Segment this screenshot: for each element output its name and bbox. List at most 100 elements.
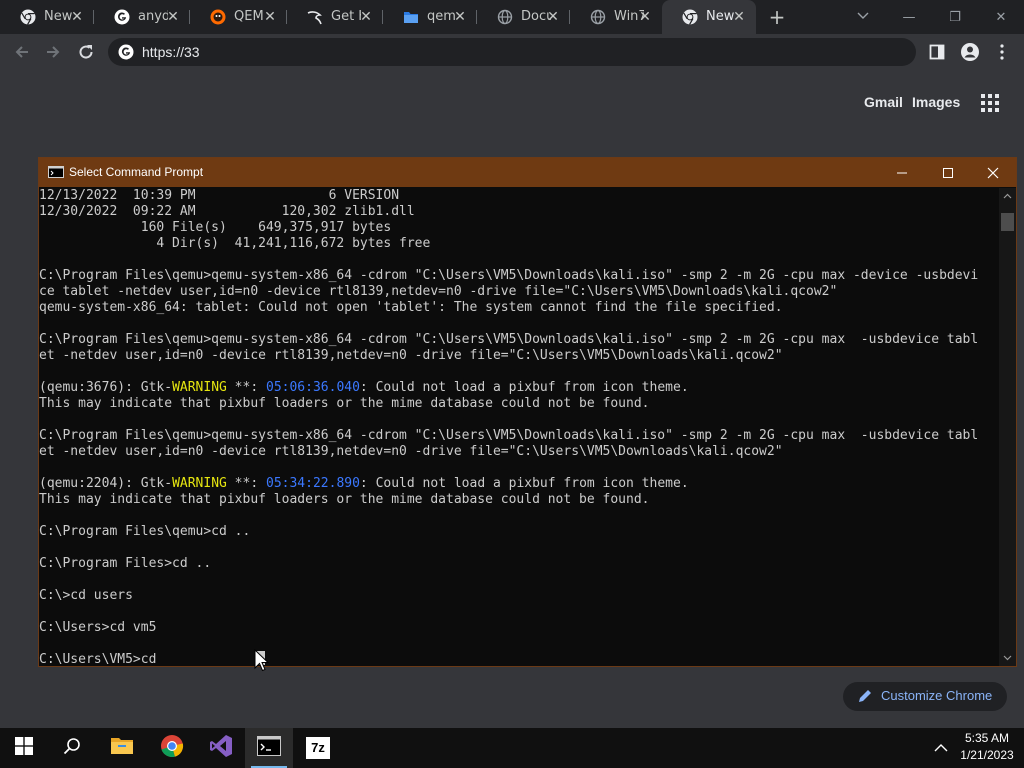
console-text: **: xyxy=(226,476,266,491)
console-line: (qemu:3676): Gtk-WARNING **: 05:06:36.04… xyxy=(39,380,999,396)
back-button[interactable] xyxy=(8,38,36,66)
warning-label: WARNING xyxy=(172,476,227,491)
console-line: 4 Dir(s) 41,241,116,672 bytes free xyxy=(39,236,431,251)
console-line: C:\>cd users xyxy=(39,588,133,603)
more-menu-icon[interactable] xyxy=(996,43,1008,61)
minimize-icon xyxy=(897,172,907,173)
browser-tab-6[interactable]: Docu ✕ xyxy=(477,0,570,34)
windows-taskbar: 7z 5:35 AM 1/21/2023 xyxy=(0,728,1024,768)
file-explorer-button[interactable] xyxy=(98,728,146,768)
console-line: C:\Program Files\qemu>qemu-system-x86_64… xyxy=(39,332,979,347)
side-panel-icon[interactable] xyxy=(929,44,945,60)
browser-tab-4[interactable]: Get K✕ xyxy=(287,0,383,34)
browser-tab-3[interactable]: QEMI✕ xyxy=(190,0,287,34)
console-line: C:\Program Files\qemu>cd .. xyxy=(39,524,251,539)
customize-chrome-label: Customize Chrome xyxy=(881,688,993,703)
tab-close-icon[interactable]: ✕ xyxy=(451,8,469,26)
close-icon xyxy=(987,167,999,178)
console-line: qemu-system-x86_64: tablet: Could not op… xyxy=(39,300,783,315)
tab-close-icon[interactable]: ✕ xyxy=(544,8,562,26)
chrome-icon xyxy=(682,9,698,25)
console-line: C:\Program Files\qemu>qemu-system-x86_64… xyxy=(39,268,979,283)
window-restore-button[interactable]: ❐ xyxy=(932,0,978,34)
tab-strip: New T✕anyde✕QEMI✕Get K✕qemu✕Docu✕Win7✕Ne… xyxy=(0,0,1024,34)
images-link[interactable]: Images xyxy=(912,94,960,110)
warning-label: WARNING xyxy=(172,380,227,395)
console-line: C:\Users>cd vm5 xyxy=(39,620,157,635)
folder-icon xyxy=(403,9,419,25)
restore-icon: ❐ xyxy=(949,9,961,25)
terminal-icon xyxy=(257,736,281,760)
command-prompt-title-bar[interactable]: Select Command Prompt xyxy=(39,158,1016,187)
browser-tab-7[interactable]: Win7 ✕ xyxy=(570,0,662,34)
tab-close-icon[interactable]: ✕ xyxy=(636,8,654,26)
clock-date: 1/21/2023 xyxy=(960,748,1014,762)
tab-close-icon[interactable]: ✕ xyxy=(261,8,279,26)
maximize-icon xyxy=(943,167,953,178)
console-scrollbar[interactable] xyxy=(999,188,1016,666)
customize-chrome-button[interactable]: Customize Chrome xyxy=(843,682,1007,711)
visual-studio-button[interactable] xyxy=(197,728,245,768)
browser-tab-1[interactable]: New T✕ xyxy=(0,0,94,34)
console-text: (qemu:3676): Gtk- xyxy=(39,380,173,395)
tab-close-icon[interactable]: ✕ xyxy=(68,8,86,26)
forward-button[interactable] xyxy=(39,38,67,66)
browser-tab-5[interactable]: qemu✕ xyxy=(383,0,477,34)
command-prompt-button[interactable] xyxy=(245,728,293,768)
gmail-link[interactable]: Gmail xyxy=(864,94,903,110)
tab-close-icon[interactable]: ✕ xyxy=(357,8,375,26)
cmd-maximize-button[interactable] xyxy=(925,158,971,187)
start-button[interactable] xyxy=(0,728,48,768)
browser-tab-2[interactable]: anyde✕ xyxy=(94,0,190,34)
new-tab-button[interactable]: + xyxy=(766,6,788,28)
tab-search-icon[interactable] xyxy=(855,7,871,23)
google-icon xyxy=(118,44,134,60)
7zip-button[interactable]: 7z xyxy=(294,728,342,768)
log-timestamp: 05:34:22.890 xyxy=(266,476,360,491)
chrome-button[interactable] xyxy=(148,728,196,768)
address-input[interactable] xyxy=(142,38,902,66)
visual-studio-icon xyxy=(209,734,233,762)
scroll-down-arrow-icon[interactable] xyxy=(1003,653,1012,662)
globe-icon xyxy=(497,9,513,25)
minimize-icon: — xyxy=(902,9,916,25)
address-bar[interactable] xyxy=(108,38,916,66)
cmd-close-button[interactable] xyxy=(970,158,1016,187)
close-icon: ✕ xyxy=(995,9,1007,25)
show-hidden-icons-chevron-icon[interactable] xyxy=(933,740,949,756)
reload-icon xyxy=(79,45,93,59)
back-arrow-icon xyxy=(15,46,28,58)
google-icon xyxy=(114,9,130,25)
windows-logo-icon xyxy=(15,737,33,759)
scroll-up-arrow-icon[interactable] xyxy=(1003,192,1012,201)
browser-toolbar xyxy=(0,34,1024,70)
7zip-icon: 7z xyxy=(306,737,330,759)
command-prompt-window[interactable]: Select Command Prompt 12/13/2022 10:39 P… xyxy=(38,157,1017,667)
profile-avatar-icon[interactable] xyxy=(960,42,980,62)
console-output[interactable]: 12/13/2022 10:39 PM 6 VERSION 12/30/2022 … xyxy=(39,188,999,666)
google-apps-grid-icon[interactable] xyxy=(980,93,1000,113)
tab-close-icon[interactable]: ✕ xyxy=(730,8,748,26)
browser-tab-8[interactable]: New ✕ xyxy=(662,0,756,34)
console-text: : Could not load a pixbuf from icon them… xyxy=(359,476,689,491)
window-close-button[interactable]: ✕ xyxy=(978,0,1024,34)
window-minimize-button[interactable]: — xyxy=(886,0,932,34)
clock-time: 5:35 AM xyxy=(964,731,1010,745)
console-line: et -netdev user,id=n0 -device rtl8139,ne… xyxy=(39,444,783,459)
console-text: (qemu:2204): Gtk- xyxy=(39,476,173,491)
console-line: C:\Program Files>cd .. xyxy=(39,556,212,571)
reload-button[interactable] xyxy=(72,38,100,66)
kali-dragon-icon xyxy=(307,9,323,25)
search-button[interactable] xyxy=(48,728,96,768)
tab-close-icon[interactable]: ✕ xyxy=(164,8,182,26)
scrollbar-thumb[interactable] xyxy=(1001,213,1014,231)
cmd-minimize-button[interactable] xyxy=(879,158,925,187)
system-clock[interactable]: 5:35 AM 1/21/2023 xyxy=(954,730,1020,764)
tab-label: QEMI xyxy=(234,9,264,24)
console-text: **: xyxy=(226,380,266,395)
folder-icon xyxy=(110,736,134,760)
console-line: (qemu:2204): Gtk-WARNING **: 05:34:22.89… xyxy=(39,476,999,492)
